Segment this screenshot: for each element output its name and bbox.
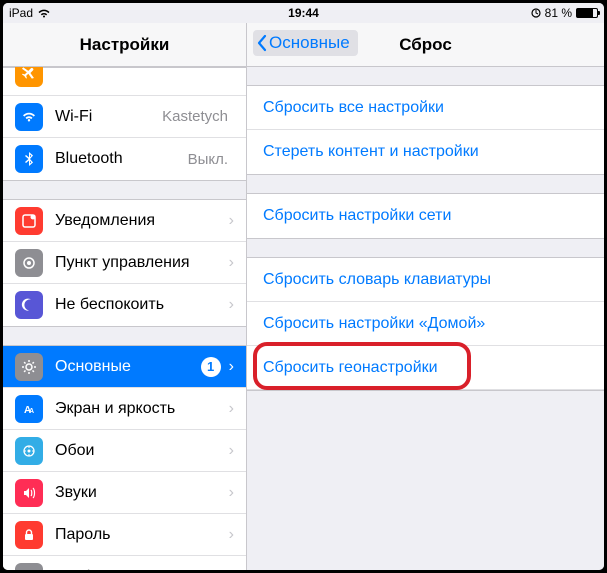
chevron-left-icon [255, 34, 269, 52]
chevron-right-icon: › [229, 212, 234, 230]
sidebar-item-wifi[interactable]: Wi-Fi Kastetych [3, 96, 246, 138]
sidebar-item-notifications[interactable]: Уведомления › [3, 200, 246, 242]
wifi-icon [15, 103, 43, 131]
sidebar-item-passcode[interactable]: Пароль › [3, 514, 246, 556]
control-center-icon [15, 249, 43, 277]
wallpaper-icon [15, 437, 43, 465]
settings-sidebar: Настройки Wi-Fi Kastetych Bluetooth [3, 23, 247, 570]
cc-label: Пункт управления [55, 254, 229, 272]
back-button[interactable]: Основные [253, 30, 358, 56]
status-bar: iPad 19:44 81 % [3, 3, 604, 23]
chevron-right-icon: › [229, 358, 234, 376]
reset-home-screen[interactable]: Сбросить настройки «Домой» [247, 302, 604, 346]
rotation-lock-icon [531, 8, 541, 18]
sidebar-item-dnd[interactable]: Не беспокоить › [3, 284, 246, 326]
chevron-right-icon: › [229, 254, 234, 272]
lock-icon [15, 521, 43, 549]
bt-label: Bluetooth [55, 150, 188, 168]
ipad-settings-screen: iPad 19:44 81 % Настройки [0, 0, 607, 573]
reset-network-settings[interactable]: Сбросить настройки сети [247, 194, 604, 238]
sidebar-item-sounds[interactable]: Звуки › [3, 472, 246, 514]
notifications-icon [15, 207, 43, 235]
erase-all-content[interactable]: Стереть контент и настройки [247, 130, 604, 174]
wall-label: Обои [55, 442, 229, 460]
bt-value: Выкл. [188, 151, 228, 168]
sidebar-header: Настройки [3, 23, 246, 67]
chevron-right-icon: › [229, 484, 234, 502]
moon-icon [15, 291, 43, 319]
chevron-right-icon: › [229, 568, 234, 570]
display-icon: AA [15, 395, 43, 423]
chevron-right-icon: › [229, 296, 234, 314]
notif-label: Уведомления [55, 212, 229, 230]
chevron-right-icon: › [229, 526, 234, 544]
device-label: iPad [9, 6, 33, 20]
sidebar-item-controlcenter[interactable]: Пункт управления › [3, 242, 246, 284]
sidebar-item-privacy[interactable]: Конфиденциальность › [3, 556, 246, 570]
detail-title: Сброс [399, 35, 452, 55]
wifi-icon [37, 8, 51, 18]
sidebar-title: Настройки [80, 35, 170, 55]
speaker-icon [15, 479, 43, 507]
bluetooth-icon [15, 145, 43, 173]
sidebar-item-general[interactable]: Основные 1 › [3, 346, 246, 388]
sidebar-item-bluetooth[interactable]: Bluetooth Выкл. [3, 138, 246, 180]
sidebar-item-airplane[interactable] [3, 68, 246, 96]
privacy-label: Конфиденциальность [55, 568, 229, 570]
detail-header: Основные Сброс [247, 23, 604, 67]
hand-icon [15, 563, 43, 570]
reset-keyboard-dictionary[interactable]: Сбросить словарь клавиатуры [247, 258, 604, 302]
dnd-label: Не беспокоить [55, 296, 229, 314]
airplane-icon [15, 67, 43, 87]
sounds-label: Звуки [55, 484, 229, 502]
svg-text:A: A [29, 408, 34, 415]
reset-location-settings[interactable]: Сбросить геонастройки [247, 346, 604, 390]
back-label: Основные [269, 33, 350, 53]
sidebar-item-display[interactable]: AA Экран и яркость › [3, 388, 246, 430]
display-label: Экран и яркость [55, 400, 229, 418]
battery-pct: 81 % [545, 6, 572, 20]
wifi-label: Wi-Fi [55, 108, 162, 126]
general-badge: 1 [201, 357, 221, 377]
chevron-right-icon: › [229, 400, 234, 418]
reset-all-settings[interactable]: Сбросить все настройки [247, 86, 604, 130]
detail-pane: Основные Сброс Сбросить все настройки Ст… [247, 23, 604, 570]
chevron-right-icon: › [229, 442, 234, 460]
battery-icon [576, 8, 598, 18]
gear-icon [15, 353, 43, 381]
clock: 19:44 [288, 6, 319, 20]
general-label: Основные [55, 358, 201, 376]
pass-label: Пароль [55, 526, 229, 544]
wifi-value: Kastetych [162, 108, 228, 125]
sidebar-item-wallpaper[interactable]: Обои › [3, 430, 246, 472]
